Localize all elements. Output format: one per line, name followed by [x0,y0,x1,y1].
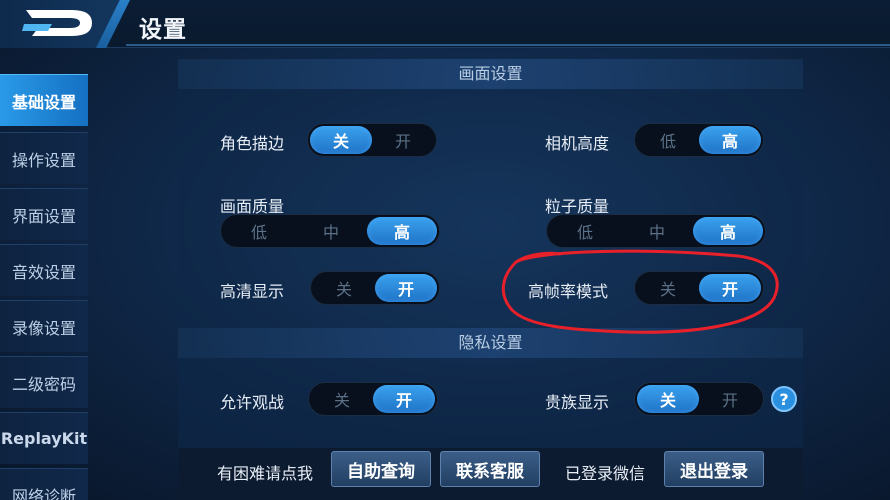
high-fps-on-option[interactable]: 开 [699,274,761,302]
high-fps-toggle: 关 开 [634,271,764,305]
allow-spectate-toggle: 关 开 [308,382,438,416]
sidebar-item-audio[interactable]: 音效设置 [0,244,88,296]
sidebar-item-interface[interactable]: 界面设置 [0,188,88,240]
top-bar: 设置 [0,0,890,48]
hd-display-toggle: 关 开 [310,271,440,305]
sidebar-item-network-diagnosis[interactable]: 网络诊断 [0,468,88,500]
camera-height-label: 相机高度 [545,134,610,153]
sidebar-item-secondary-password[interactable]: 二级密码 [0,356,88,408]
camera-height-high-option[interactable]: 高 [699,126,761,154]
sidebar-item-label: ReplayKit [0,429,88,448]
sidebar-item-label: 录像设置 [11,318,76,338]
sidebar-item-replaykit[interactable]: ReplayKit [0,412,88,464]
sidebar: 基础设置 操作设置 界面设置 音效设置 录像设置 二级密码 ReplayKit … [0,74,88,500]
section-header-privacy: 隐私设置 [178,328,803,358]
noble-display-on-option[interactable]: 开 [699,385,761,413]
help-hint-text: 有困难请点我 [217,464,314,483]
hd-display-label: 高清显示 [220,282,285,301]
particle-quality-selector: 低 中 高 [546,214,766,248]
noble-display-off-option[interactable]: 关 [637,385,699,413]
hd-display-off-option[interactable]: 关 [313,274,375,302]
high-fps-label: 高帧率模式 [528,282,609,301]
camera-height-toggle: 低 高 [634,123,764,157]
sidebar-item-label: 基础设置 [11,92,76,112]
sidebar-item-recording[interactable]: 录像设置 [0,300,88,352]
particle-quality-high-option[interactable]: 高 [693,217,763,245]
particle-quality-low-option[interactable]: 低 [549,217,621,245]
top-divider [126,44,890,46]
image-quality-mid-option[interactable]: 中 [295,217,367,245]
self-help-button[interactable]: 自助查询 [331,451,431,487]
page-title: 设置 [139,17,187,43]
contact-service-button[interactable]: 联系客服 [440,451,540,487]
logout-button[interactable]: 退出登录 [664,451,764,487]
help-icon[interactable]: ? [771,386,797,412]
sidebar-item-label: 操作设置 [11,150,76,170]
image-quality-low-option[interactable]: 低 [223,217,295,245]
section-header-display: 画面设置 [178,59,803,89]
role-outline-off-option[interactable]: 关 [310,126,372,154]
role-outline-on-option[interactable]: 开 [372,126,434,154]
high-fps-off-option[interactable]: 关 [637,274,699,302]
sidebar-item-label: 音效设置 [11,262,76,282]
sidebar-item-label: 界面设置 [11,206,76,226]
noble-display-label: 贵族显示 [545,393,610,412]
allow-spectate-on-option[interactable]: 开 [373,385,435,413]
sidebar-item-basic[interactable]: 基础设置 [0,74,88,126]
allow-spectate-off-option[interactable]: 关 [311,385,373,413]
hd-display-on-option[interactable]: 开 [375,274,437,302]
noble-display-toggle: 关 开 [634,382,764,416]
image-quality-selector: 低 中 高 [220,214,440,248]
sidebar-item-label: 网络诊断 [11,486,76,500]
allow-spectate-label: 允许观战 [220,393,285,412]
sidebar-item-controls[interactable]: 操作设置 [0,132,88,184]
back-logo-icon[interactable] [22,4,98,42]
camera-height-low-option[interactable]: 低 [637,126,699,154]
role-outline-label: 角色描边 [220,134,285,153]
sidebar-item-label: 二级密码 [11,374,76,394]
role-outline-toggle: 关 开 [307,123,437,157]
wechat-status-text: 已登录微信 [565,464,646,483]
image-quality-high-option[interactable]: 高 [367,217,437,245]
particle-quality-mid-option[interactable]: 中 [621,217,693,245]
